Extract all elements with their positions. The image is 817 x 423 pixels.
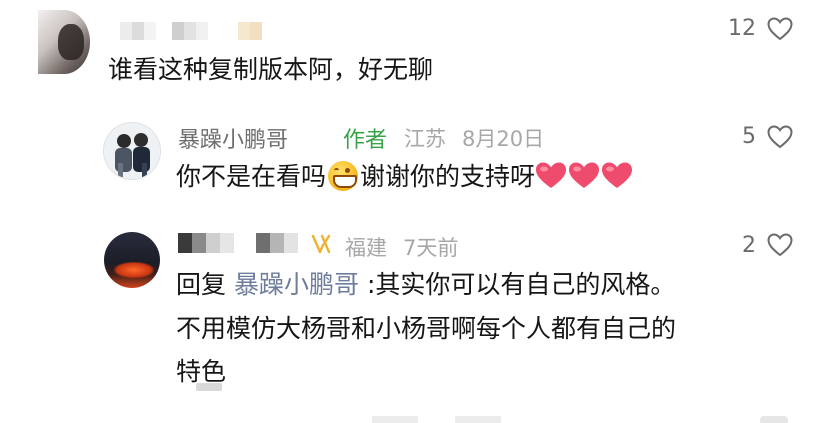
commenter-avatar[interactable]	[38, 10, 90, 74]
heart-emoji-icon	[569, 162, 600, 188]
author-avatar[interactable]	[103, 122, 161, 180]
replier-location: 福建	[345, 236, 387, 260]
heart-emoji-icon	[536, 162, 567, 188]
author-date: 8月20日	[462, 127, 545, 151]
author-reply-text: 你不是在看吗 谢谢你的支持呀	[176, 160, 634, 194]
mention-link[interactable]: 暴躁小鹏哥	[234, 270, 359, 299]
reply-line-2: 不用模仿大杨哥和小杨哥啊每个人都有自己的	[176, 314, 677, 343]
blurred-username	[120, 22, 262, 40]
heart-emoji-icon	[602, 162, 633, 188]
grinning-emoji-icon	[328, 161, 359, 191]
author-reply-text-part1: 你不是在看吗	[176, 162, 327, 191]
author-badge: 作者	[343, 128, 388, 153]
reply-prefix: 回复	[176, 270, 227, 299]
like-heart-icon[interactable]	[767, 17, 793, 41]
author-like-count: 5	[742, 124, 756, 149]
fan-level-icon	[311, 234, 331, 254]
next-comment-edge	[372, 416, 418, 423]
like-heart-icon[interactable]	[767, 125, 793, 149]
like-heart-icon[interactable]	[767, 233, 793, 257]
reply-text-1: :其实你可以有自己的风格。	[366, 270, 676, 299]
author-name[interactable]: 暴躁小鹏哥	[178, 122, 288, 154]
author-reply-text-part2: 谢谢你的支持呀	[360, 162, 536, 191]
author-avatar-image	[104, 123, 160, 179]
blurred-username	[178, 233, 298, 253]
replier-date: 7天前	[403, 236, 459, 260]
next-comment-edge	[760, 416, 788, 423]
replier-avatar[interactable]	[104, 232, 160, 288]
reply-line-1: 回复 暴躁小鹏哥 :其实你可以有自己的风格。	[176, 268, 675, 302]
next-comment-edge	[196, 383, 222, 391]
top-comment-text: 谁看这种复制版本阿，好无聊	[108, 55, 434, 84]
next-comment-edge	[455, 416, 501, 423]
top-like-count: 12	[728, 16, 756, 41]
reply-like-count: 2	[742, 233, 756, 258]
author-location: 江苏	[404, 127, 446, 151]
